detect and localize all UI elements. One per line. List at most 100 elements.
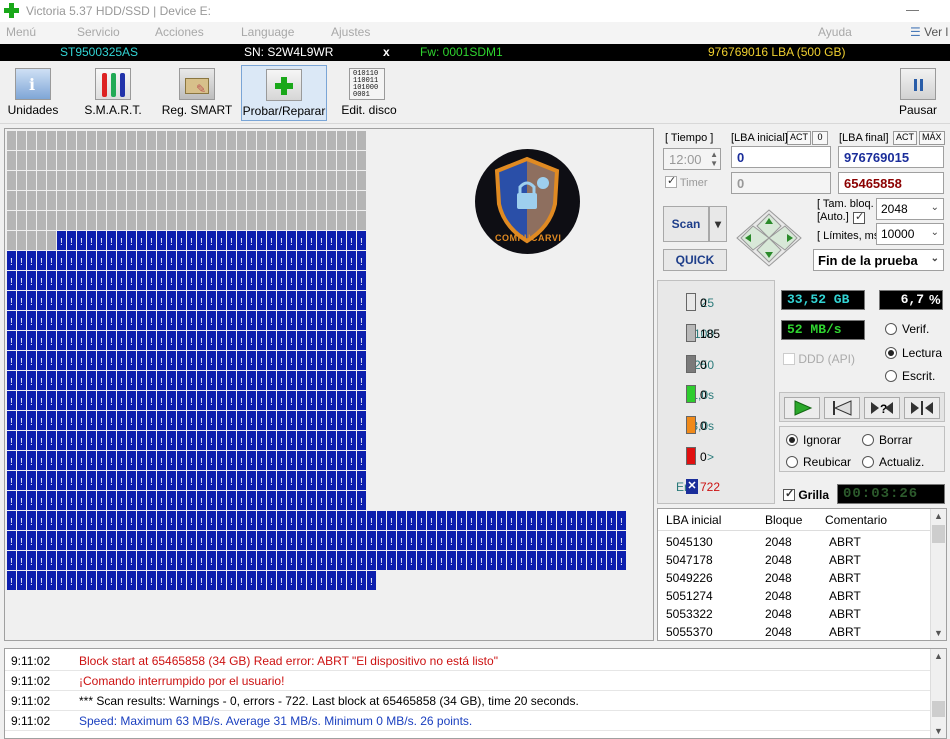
error-block-mark: ! [150,437,153,448]
lba-end-max-button[interactable]: MÁX [919,131,945,145]
time-input[interactable]: 12:00 ▲ ▼ [663,148,721,170]
table-scrollbar[interactable]: ▲ ▼ [930,509,946,640]
action-refresh-radio[interactable]: Actualiz. [862,455,924,469]
reverse-icon[interactable] [824,397,860,419]
ok-block [127,191,136,210]
end-action-select[interactable]: Fin de la prueba ⌄ [813,249,944,271]
mode-read-radio[interactable]: Lectura [885,346,942,360]
ok-block [197,151,206,170]
table-row[interactable]: 5051274 2048 ABRT [658,587,930,605]
limits-select[interactable]: 10000 ⌄ [876,223,944,245]
scan-button[interactable]: Scan [663,206,709,242]
error-block-mark: ! [190,557,193,568]
error-block-mark: ! [100,337,103,348]
error-block-mark: ! [260,377,263,388]
disk-editor-button[interactable]: 010110 110011 101000 0001 Edit. disco [336,65,402,121]
minimize-button[interactable]: — [906,2,919,17]
scroll-up-icon[interactable]: ▲ [934,651,943,661]
error-block-mark: ! [140,357,143,368]
device-close-button[interactable]: x [383,45,390,59]
menu-item-view[interactable]: ☰ Ver l [910,25,948,39]
error-block-mark: ! [300,337,303,348]
error-block-mark: ! [330,497,333,508]
column-header-block[interactable]: Bloque [765,513,802,527]
smart-button[interactable]: S.M.A.R.T. [80,65,146,121]
log-entry: 9:11:02 ¡Comando interrumpido por el usua… [5,671,931,691]
error-block-mark: ! [60,557,63,568]
error-block-mark: ! [20,517,23,528]
step-unknown-icon[interactable]: ? [864,397,900,419]
ok-block [317,171,326,190]
error-block-mark: ! [610,537,613,548]
scroll-thumb[interactable] [932,525,945,543]
error-block-mark: ! [10,277,13,288]
error-block-mark: ! [340,337,343,348]
skip-end-icon[interactable] [904,397,940,419]
error-block-mark: ! [300,297,303,308]
scroll-up-icon[interactable]: ▲ [934,511,943,521]
table-row[interactable]: 5053322 2048 ABRT [658,605,930,623]
action-erase-radio[interactable]: Borrar [862,433,912,447]
lba-end-input[interactable]: 976769015 [838,146,944,168]
error-block-mark: ! [110,537,113,548]
error-block-mark: ! [220,577,223,588]
column-header-lba[interactable]: LBA inicial [666,513,721,527]
table-row[interactable]: 5049226 2048 ABRT [658,569,930,587]
error-block-mark: ! [210,237,213,248]
table-row[interactable]: 5045130 2048 ABRT [658,533,930,551]
mode-verify-radio[interactable]: Verif. [885,322,929,336]
lba-start-input[interactable]: 0 [731,146,831,168]
block-size-select[interactable]: 2048 ⌄ [876,198,944,220]
mode-write-radio[interactable]: Escrit. [885,369,935,383]
error-block-mark: ! [60,497,63,508]
error-block-mark: ! [320,417,323,428]
lba-end-act-button[interactable]: ACT [893,131,917,145]
drives-button[interactable]: i Unidades [4,65,62,121]
error-block-mark: ! [240,317,243,328]
smart-log-button[interactable]: ✎ Reg. SMART [160,65,234,121]
ddd-api-checkbox[interactable]: DDD (API) [783,352,855,366]
menu-item-menu[interactable]: Menú [6,25,36,39]
ok-block [137,151,146,170]
latency-legend-row: 1,0s 0 [658,385,778,407]
auto-checkbox[interactable] [853,210,865,224]
action-ignore-radio[interactable]: Ignorar [786,433,841,447]
scroll-down-icon[interactable]: ▼ [934,628,943,638]
table-row[interactable]: 5055370 2048 ABRT [658,623,930,641]
timer-checkbox[interactable]: Timer [665,174,708,189]
menu-item-servicio[interactable]: Servicio [77,25,120,39]
error-block-mark: ! [540,537,543,548]
log-scrollbar[interactable]: ▲ ▼ [930,649,946,738]
error-block-mark: ! [210,417,213,428]
menu-item-language[interactable]: Language [241,25,294,39]
lba-start-act-button[interactable]: ACT [787,131,811,145]
menu-item-ajustes[interactable]: Ajustes [331,25,370,39]
test-repair-button[interactable]: Probar/Reparar [241,65,327,121]
play-icon[interactable] [784,397,820,419]
errors-legend-row: Err ✕ 722 [676,479,721,494]
ok-block [277,211,286,230]
error-block-mark: ! [340,497,343,508]
column-header-comment[interactable]: Comentario [825,513,887,527]
direction-pad-icon[interactable] [735,208,803,268]
ok-block [107,131,116,150]
device-model[interactable]: ST9500325AS [60,45,138,59]
error-block-mark: ! [110,377,113,388]
error-block-mark: ! [150,517,153,528]
error-block-mark: ! [180,517,183,528]
ok-block [7,191,16,210]
error-block-mark: ! [30,477,33,488]
time-spinner-icon[interactable]: ▲ ▼ [710,150,718,168]
menu-item-ayuda[interactable]: Ayuda [818,25,852,39]
grid-checkbox[interactable]: Grilla [783,487,829,502]
menu-item-acciones[interactable]: Acciones [155,25,204,39]
scroll-thumb[interactable] [932,701,945,717]
action-remap-radio[interactable]: Reubicar [786,455,851,469]
table-row[interactable]: 5047178 2048 ABRT [658,551,930,569]
quick-button[interactable]: QUICK [663,249,727,271]
error-block-mark: ! [210,577,213,588]
scroll-down-icon[interactable]: ▼ [934,726,943,736]
pause-button[interactable]: Pausar [896,65,940,121]
lba-start-zero-button[interactable]: 0 [812,131,828,145]
scan-dropdown-icon[interactable]: ▾ [709,206,727,242]
